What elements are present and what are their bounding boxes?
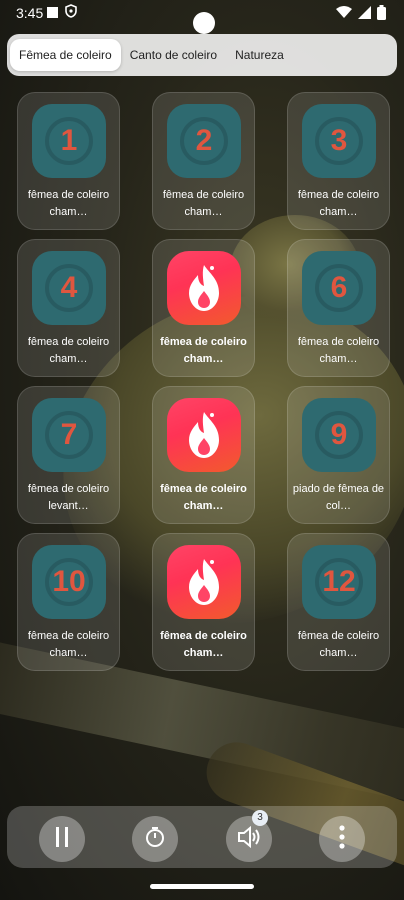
sound-number: 7 [60,418,78,451]
notification-icon [47,7,58,18]
tab-natureza[interactable]: Natureza [226,39,293,71]
fire-icon [167,398,241,472]
number-icon: 2 [167,104,241,178]
number-icon: 10 [32,545,106,619]
category-tabs: Fêmea de coleiro Canto de coleiro Nature… [7,34,397,76]
sound-card[interactable]: fêmea de coleiro cham… [152,239,255,377]
sound-number: 12 [322,565,356,598]
pause-icon [55,826,69,853]
pause-button[interactable] [39,816,85,862]
sound-card[interactable]: 6 fêmea de coleiro cham… [287,239,390,377]
home-indicator[interactable] [150,884,254,889]
sound-label: fêmea de coleiro cham… [27,336,110,365]
sound-card[interactable]: 3 fêmea de coleiro cham… [287,92,390,230]
sound-number: 6 [330,271,348,304]
more-options-button[interactable] [319,816,365,862]
shield-icon [65,4,77,21]
sound-card[interactable]: 2 fêmea de coleiro cham… [152,92,255,230]
sound-number: 9 [330,418,348,451]
sound-card[interactable]: 9 piado de fêmea de col… [287,386,390,524]
sound-card[interactable]: fêmea de coleiro cham… [152,386,255,524]
sound-number: 2 [195,124,213,157]
sound-label: fêmea de coleiro cham… [297,189,380,218]
fire-icon [167,545,241,619]
tab-canto-de-coleiro[interactable]: Canto de coleiro [121,39,226,71]
sound-label: fêmea de coleiro cham… [297,630,380,659]
number-icon: 9 [302,398,376,472]
sound-card[interactable]: fêmea de coleiro cham… [152,533,255,671]
number-icon: 1 [32,104,106,178]
sound-label: fêmea de coleiro cham… [27,630,110,659]
sound-label: fêmea de coleiro cham… [160,630,247,659]
volume-icon [237,825,261,853]
sound-label: fêmea de coleiro cham… [297,336,380,365]
sound-number: 3 [330,124,348,157]
number-icon: 3 [302,104,376,178]
signal-icon [358,6,371,24]
sound-label: fêmea de coleiro levant… [27,483,110,512]
sound-card[interactable]: 4 fêmea de coleiro cham… [17,239,120,377]
sound-card[interactable]: 10 fêmea de coleiro cham… [17,533,120,671]
status-bar: 3:45 [0,0,404,34]
sound-number: 4 [60,271,78,304]
player-bar: 3 [7,806,397,868]
sound-card[interactable]: 1 fêmea de coleiro cham… [17,92,120,230]
more-vertical-icon [339,824,345,854]
volume-badge: 3 [252,810,268,826]
wifi-icon [336,6,352,24]
timer-button[interactable] [132,816,178,862]
battery-icon [377,5,386,25]
number-icon: 12 [302,545,376,619]
sound-label: fêmea de coleiro cham… [162,189,245,218]
camera-cutout [193,12,215,34]
status-time: 3:45 [16,5,44,21]
sound-number: 1 [60,124,78,157]
sound-card[interactable]: 7 fêmea de coleiro levant… [17,386,120,524]
timer-icon [144,826,166,853]
sound-card[interactable]: 12 fêmea de coleiro cham… [287,533,390,671]
tab-femea-de-coleiro[interactable]: Fêmea de coleiro [10,39,121,71]
fire-icon [167,251,241,325]
volume-button[interactable]: 3 [226,810,272,862]
sound-label: fêmea de coleiro cham… [160,483,247,512]
sound-label: fêmea de coleiro cham… [160,336,247,365]
number-icon: 6 [302,251,376,325]
sound-number: 10 [52,565,86,598]
number-icon: 7 [32,398,106,472]
sound-label: fêmea de coleiro cham… [27,189,110,218]
sound-label: piado de fêmea de col… [292,483,385,512]
number-icon: 4 [32,251,106,325]
